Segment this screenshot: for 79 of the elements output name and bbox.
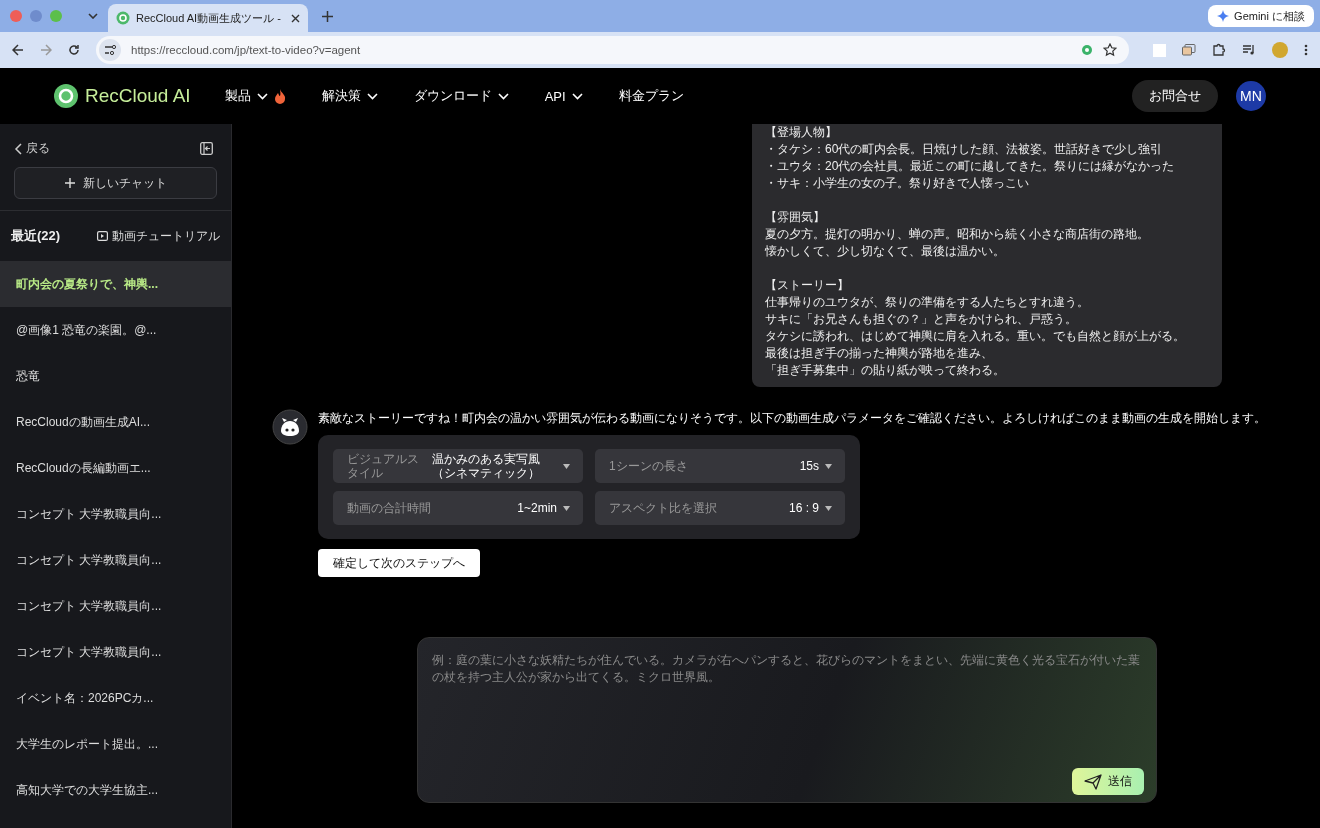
nav-link[interactable]: 製品	[224, 87, 286, 105]
chat-history-item[interactable]: イベント名：2026PCカ...	[0, 675, 231, 721]
section-heading: 【ストーリー】	[765, 277, 850, 294]
back-icon[interactable]	[12, 44, 24, 56]
collapse-sidebar-icon[interactable]	[200, 142, 213, 155]
parameter-dropdown[interactable]: ビジュアルスタイル 温かみのある実写風（シネマティック）	[333, 449, 583, 483]
prompt-input[interactable]: 例：庭の葉に小さな妖精たちが住んでいる。カメラが右へパンすると、花びらのマントをまとい、先端に黄色く光る宝石が付いた葉の杖を持つ主人公が家から出てくる。ミクロ世界風。 送信	[417, 637, 1157, 803]
paper-plane-icon	[1084, 773, 1102, 790]
site-settings-icon[interactable]	[99, 39, 121, 61]
message-line: 夏の夕方。提灯の明かり、蝉の声。昭和から続く小さな商店街の路地。	[765, 226, 1150, 243]
chat-history-item[interactable]: 高知大学での大学生協主...	[0, 767, 231, 813]
logo-text[interactable]: RecCloud AI	[85, 85, 191, 107]
dropdown-arrow-icon	[563, 505, 570, 511]
more-icon[interactable]	[1304, 44, 1308, 56]
chevron-down-icon	[497, 92, 509, 100]
parameter-dropdown[interactable]: 1シーンの長さ 15s	[595, 449, 845, 483]
star-icon[interactable]	[1103, 43, 1117, 57]
section-heading: 【登場人物】	[765, 124, 838, 141]
new-chat-button[interactable]: 新しいチャット	[14, 167, 217, 199]
dropdown-arrow-icon	[563, 463, 570, 469]
chat-history-item[interactable]: 大学生のレポート提出。...	[0, 721, 231, 767]
chat-history-item[interactable]: 恐竜	[0, 353, 231, 399]
chevron-down-icon[interactable]	[88, 13, 98, 19]
message-line: 懐かしくて、少し切なくて、最後は温かい。	[765, 243, 1006, 260]
message-line: サキに「お兄さんも担ぐの？」と声をかけられ、戸惑う。	[765, 311, 1078, 328]
nav-link[interactable]: ダウンロード	[413, 87, 509, 105]
dropdown-arrow-icon	[825, 505, 832, 511]
recent-heading: 最近(22)	[11, 227, 61, 245]
message-line: 仕事帰りのユウタが、祭りの準備をする人たちとすれ違う。	[765, 294, 1090, 311]
chevron-down-icon	[366, 92, 378, 100]
chat-history-item[interactable]: コンセプト 大学教職員向...	[0, 537, 231, 583]
send-button[interactable]: 送信	[1072, 768, 1144, 795]
parameter-dropdown[interactable]: 動画の合計時間 1~2min	[333, 491, 583, 525]
browser-tab[interactable]: RecCloud AI動画生成ツール -	[108, 4, 308, 32]
tutorial-link[interactable]: 動画チュートリアル	[97, 227, 220, 245]
chat-history-item[interactable]: コンセプト 大学教職員向...	[0, 491, 231, 537]
back-link[interactable]: 戻る	[14, 140, 50, 157]
video-icon	[97, 231, 108, 241]
contact-button[interactable]: お問合せ	[1132, 80, 1218, 112]
logo-icon[interactable]	[53, 83, 79, 109]
message-line: 「担ぎ手募集中」の貼り紙が映って終わる。	[765, 362, 1006, 379]
message-line: タケシに誘われ、はじめて神輿に肩を入れる。重い。でも自然と顔が上がる。	[765, 328, 1186, 345]
url-text: https://reccloud.com/jp/text-to-video?v=agent	[131, 44, 361, 56]
cast-icon[interactable]	[1182, 44, 1196, 56]
user-avatar[interactable]: MN	[1236, 81, 1266, 111]
message-line: ・サキ：小学生の女の子。祭り好きで人懐っこい	[765, 175, 1030, 192]
nav-link[interactable]: API	[544, 87, 583, 105]
dropdown-arrow-icon	[825, 463, 832, 469]
robot-avatar-icon	[272, 409, 308, 445]
assistant-message: 素敵なストーリーですね！町内会の温かい雰囲気が伝わる動画になりそうです。以下の動画生成パラメータをご確認ください。よろしければこのまま動画の生成を開始します。	[318, 410, 1266, 427]
gemini-button[interactable]: Gemini に相談	[1208, 5, 1314, 27]
chat-history-item[interactable]: RecCloudの動画生成AI...	[0, 399, 231, 445]
chat-history-item[interactable]: RecCloudの長編動画エ...	[0, 445, 231, 491]
chat-history-item[interactable]: コンセプト 大学教職員向...	[0, 629, 231, 675]
reload-icon[interactable]	[68, 44, 80, 56]
close-icon[interactable]	[291, 13, 300, 23]
confirm-button[interactable]: 確定して次のステップへ	[318, 549, 480, 577]
tab-title: RecCloud AI動画生成ツール -	[136, 10, 282, 26]
address-bar[interactable]: https://reccloud.com/jp/text-to-video?v=agent	[96, 36, 1129, 64]
flame-icon	[273, 88, 286, 104]
message-line: 最後は担ぎ手の揃った神輿が路地を進み、	[765, 345, 994, 362]
chevron-down-icon	[256, 92, 268, 100]
plus-icon	[64, 178, 75, 188]
parameter-dropdown[interactable]: アスペクト比を選択 16 : 9	[595, 491, 845, 525]
chat-history-item[interactable]: コンセプト 大学教職員向...	[0, 583, 231, 629]
logo-icon	[116, 11, 130, 25]
chat-history-item[interactable]: @画像1 恐竜の楽園。@...	[0, 307, 231, 353]
chat-history-item[interactable]: 町内会の夏祭りで、神輿...	[0, 261, 231, 307]
media-icon[interactable]	[1242, 44, 1256, 56]
message-line: ・タケシ：60代の町内会長。日焼けした顔、法被姿。世話好きで少し強引	[765, 141, 1164, 158]
message-line: ・ユウタ：20代の会社員。最近この町に越してきた。祭りには縁がなかった	[765, 158, 1176, 175]
sparkle-icon	[1217, 10, 1230, 22]
nav-link[interactable]: 料金プラン	[618, 87, 684, 105]
nav-link[interactable]: 解決策	[321, 87, 378, 105]
puzzle-icon[interactable]	[1212, 43, 1226, 57]
new-tab-icon[interactable]	[322, 10, 333, 22]
chevron-down-icon	[571, 92, 583, 100]
section-heading: 【雰囲気】	[765, 209, 826, 226]
chevron-left-icon	[14, 142, 22, 155]
